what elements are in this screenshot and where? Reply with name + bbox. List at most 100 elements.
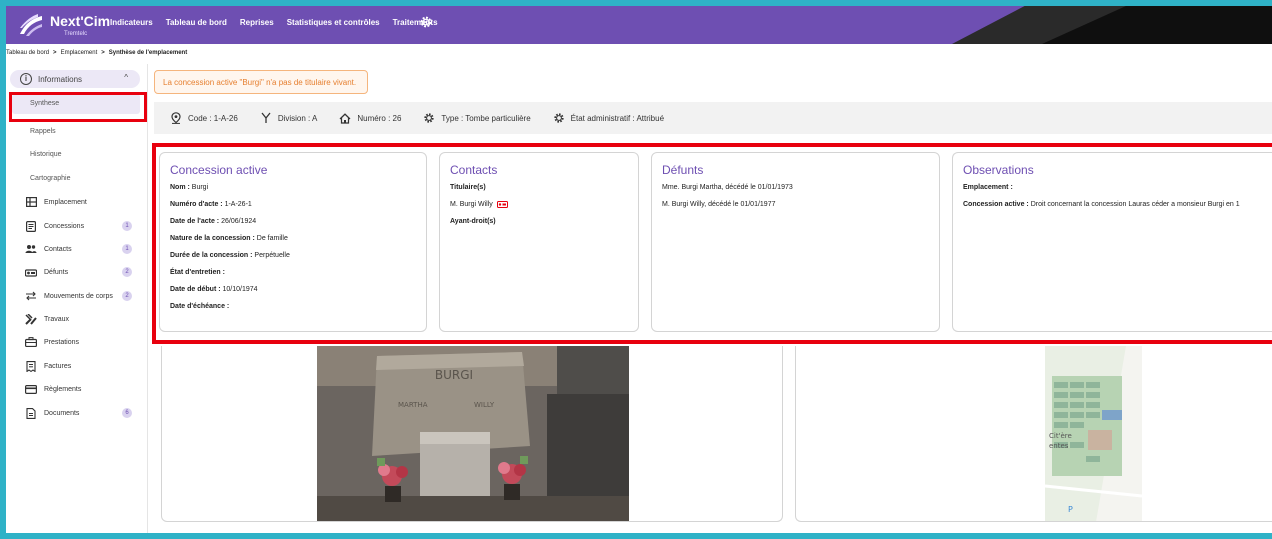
concession-date-debut: Date de début : 10/10/1974 [170,286,258,293]
sidebar-item-label: Prestations [44,338,80,346]
sidebar-item-prestations[interactable]: Prestations [6,332,140,352]
warning-alert: La concession active "Burgi" n'a pas de … [154,70,368,94]
breadcrumb-item[interactable]: Tableau de bord [6,50,49,56]
brand-name: Next'Cim [50,13,111,29]
grave-photo[interactable]: BURGI MARTHA WILLY [162,346,783,522]
concession-nature: Nature de la concession : De famille [170,235,288,242]
defunt-item[interactable]: M. Burgi Willy, décédé le 01/01/1977 [662,201,929,208]
concession-card: Concession active Nom : Burgi Numéro d'a… [159,152,427,332]
sidebar-item-cartographie[interactable]: Cartographie [30,175,70,182]
map-label-1: Cit'ère [1049,432,1072,440]
count-badge: 1 [122,244,132,254]
brand-subtitle: Tremtelc [64,31,88,37]
sidebar-item-label: Contacts [44,245,72,253]
sidebar-item-label: Mouvements de corps [44,292,113,300]
breadcrumb-item[interactable]: Emplacement [61,50,98,56]
sidebar-section-informations[interactable]: i Informations ^ [10,70,140,88]
stone-name-left: MARTHA [398,401,428,409]
info-etat: État administratif : Attribué [553,112,664,124]
nav-tableau-de-bord[interactable]: Tableau de bord [166,18,227,27]
sidebar-item-rappels[interactable]: Rappels [30,128,56,135]
concession-date-acte: Date de l'acte : 26/06/1924 [170,218,257,225]
gear-icon [553,112,565,124]
sidebar-item-label: Concessions [44,222,85,230]
info-numero-text: Numéro : 26 [357,113,402,123]
observation-concession: Concession active : Droit concernant la … [963,201,1240,208]
info-code-text: Code : 1-A-26 [188,113,238,123]
sidebar-item-label: Documents [44,409,80,417]
briefcase-icon [24,336,38,348]
file-icon [24,407,38,419]
info-code: Code : 1-A-26 [170,112,238,124]
titulaire-name[interactable]: M. Burgi Willy [450,201,493,208]
info-numero: Numéro : 26 [339,112,401,124]
grid-icon [24,196,38,208]
sidebar-item-defunts[interactable]: Défunts 2 [6,262,140,282]
sidebar-item-label: Emplacement [44,198,87,206]
breadcrumb-separator: > [53,50,57,56]
contacts-card: Contacts Titulaire(s) M. Burgi Willy Aya… [439,152,639,332]
map-label-parking: P [1068,505,1073,514]
sidebar-item-documents[interactable]: Documents 6 [6,403,140,423]
sidebar-item-label: Défunts [44,268,69,276]
sidebar-item-synthese[interactable]: Synthese [12,94,140,114]
defunts-card: Défunts Mme. Burgi Martha, décédé le 01/… [651,152,940,332]
card-title: Défunts [662,163,704,177]
sidebar-item-factures[interactable]: Factures [6,356,140,376]
deceased-icon [24,266,38,278]
sidebar-item-emplacement[interactable]: Emplacement [6,192,140,212]
map-card: Cit'ère entes P [795,346,1272,522]
deceased-icon [496,201,508,208]
logo-icon [20,14,42,36]
stone-name-right: WILLY [474,401,495,409]
sidebar-item-mouvements-de-corps[interactable]: Mouvements de corps 2 [6,286,140,306]
info-division: Division : A [260,112,318,124]
map-label-2: entes [1049,442,1069,450]
info-icon: i [20,73,32,85]
nav-reprises[interactable]: Reprises [240,18,274,27]
swap-icon [24,290,38,302]
cemetery-map[interactable]: Cit'ère entes P [796,346,1272,522]
gear-icon[interactable] [419,15,433,29]
nav-indicateurs[interactable]: Indicateurs [110,18,153,27]
count-badge: 1 [122,221,132,231]
photo-card: BURGI MARTHA WILLY [161,346,783,522]
sidebar-item-contacts[interactable]: Contacts 1 [6,239,140,259]
concession-numero-acte: Numéro d'acte : 1-A-26-1 [170,201,252,208]
sidebar-section-label: Informations [38,74,83,84]
sidebar-item-historique[interactable]: Historique [30,151,62,158]
sidebar-item-travaux[interactable]: Travaux [6,309,140,329]
ayant-droit-label: Ayant-droit(s) [450,218,496,225]
concession-duree: Durée de la concession : Perpétuelle [170,252,290,259]
count-badge: 2 [122,291,132,301]
count-badge: 2 [122,267,132,277]
card-title: Concession active [170,163,268,177]
chevron-up-icon: ^ [124,73,128,82]
invoice-icon [24,360,38,372]
concession-date-echeance: Date d'échéance : [170,303,230,310]
titulaire-item[interactable]: M. Burgi Willy [450,201,628,208]
breadcrumb-separator: > [101,50,105,56]
sidebar-item-label: Factures [44,362,72,370]
stone-name: BURGI [435,368,473,382]
top-navigation-bar: Next'Cim Tremtelc Indicateurs Tableau de… [6,6,1272,44]
concession-etat-entretien: État d'entretien : [170,269,225,276]
tools-icon [24,313,38,325]
defunt-item[interactable]: Mme. Burgi Martha, décédé le 01/01/1973 [662,184,929,191]
app-logo[interactable]: Next'Cim Tremtelc [18,10,110,40]
breadcrumb: Tableau de bord > Emplacement > Synthèse… [6,50,187,56]
location-pin-icon [170,112,182,124]
sidebar-item-concessions[interactable]: Concessions 1 [6,216,140,236]
document-icon [24,220,38,232]
sidebar-item-label: Règlements [44,385,82,393]
people-icon [24,243,38,255]
titulaire-label: Titulaire(s) [450,184,486,191]
nav-statistiques[interactable]: Statistiques et contrôles [287,18,380,27]
breadcrumb-current: Synthèse de l'emplacement [108,50,188,56]
sidebar-item-reglements[interactable]: Règlements [6,379,140,399]
info-division-text: Division : A [277,113,318,123]
card-title: Observations [963,163,1034,177]
info-type: Type : Tombe particulière [423,112,531,124]
location-info-bar: Code : 1-A-26 Division : A Numéro : 26 T… [154,102,1272,134]
concession-nom: Nom : Burgi [170,184,209,191]
